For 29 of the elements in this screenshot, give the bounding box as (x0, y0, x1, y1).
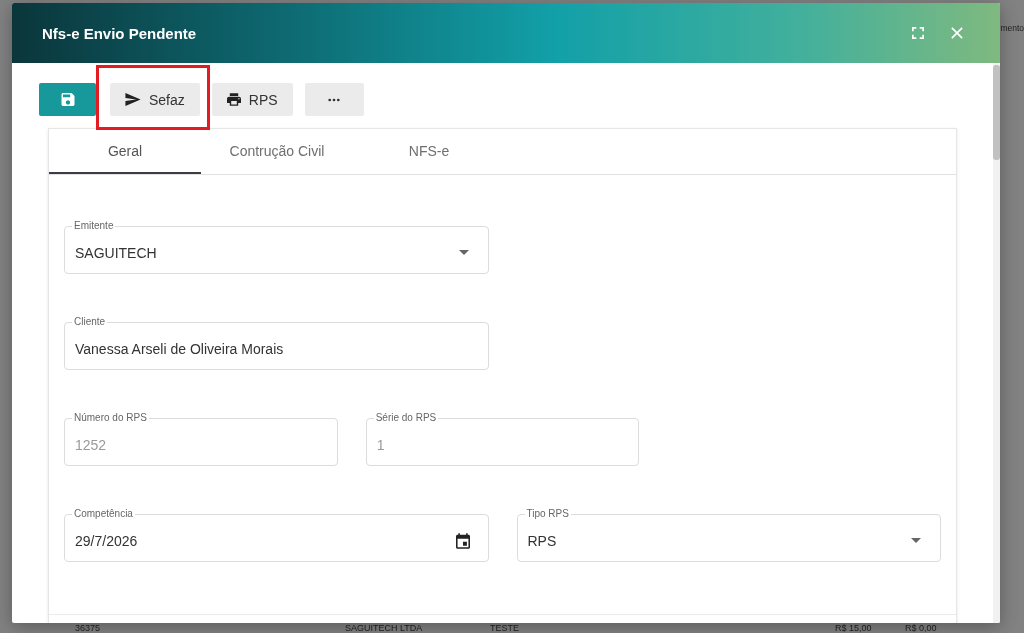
background-table-cell: 36375 (75, 623, 101, 633)
close-icon[interactable] (951, 27, 963, 39)
print-button[interactable]: RPS (211, 83, 293, 116)
field-label: Tipo RPS (524, 508, 571, 520)
caret-icon (458, 250, 469, 255)
fullscreen-icon[interactable] (912, 27, 924, 39)
calendar-icon[interactable] (455, 532, 470, 549)
background-table-cell: TESTE (490, 623, 519, 633)
dialog-title: Nfs-e Envio Pendente (42, 24, 197, 42)
background-table-cell: R$ 0,00 (905, 623, 937, 633)
field-label: Emitente (72, 220, 116, 232)
more-icon (328, 97, 341, 102)
tab[interactable]: Contrução Civil (201, 129, 353, 174)
background-header-text: mento (1000, 23, 1024, 33)
field-label: Competência (72, 508, 135, 520)
background-table-cell: R$ 15,00 (835, 623, 872, 633)
background-table-cell: SAGUITECH LTDA (345, 623, 423, 633)
printer-icon (226, 93, 241, 106)
tab[interactable]: Geral (49, 129, 201, 174)
tab[interactable]: NFS-e (353, 129, 505, 174)
field-label: Série do RPS (373, 412, 439, 424)
scrollbar-thumb[interactable] (993, 65, 1000, 160)
save-icon (60, 93, 75, 106)
field-label: Número do RPS (72, 412, 149, 424)
caret-icon (911, 538, 921, 543)
send-icon (125, 93, 141, 106)
field-label: Cliente (72, 316, 108, 328)
send-button[interactable]: Sefaz (110, 83, 200, 116)
save-button[interactable] (39, 83, 96, 116)
